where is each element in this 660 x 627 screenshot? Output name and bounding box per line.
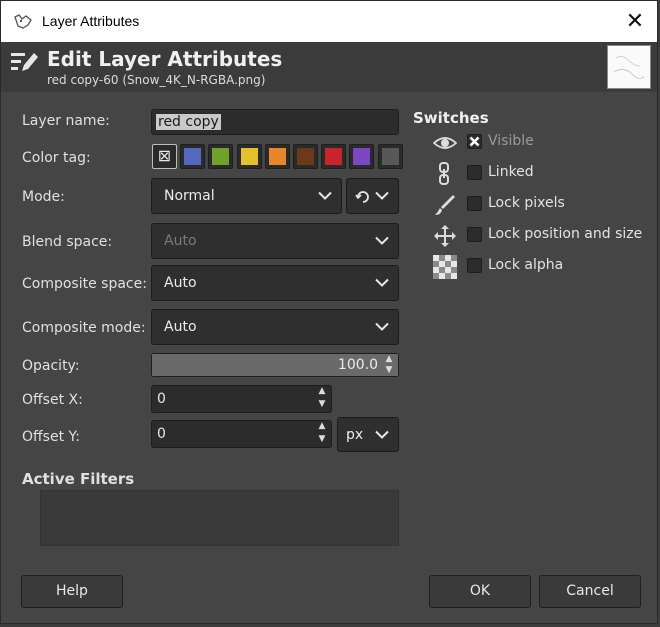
layer-thumbnail: [607, 45, 651, 89]
switch-visible[interactable]: Visible: [433, 131, 653, 155]
lock-pixels-checkbox[interactable]: [467, 196, 482, 211]
chevron-down-icon: [375, 322, 389, 331]
color-tag-violet[interactable]: [349, 144, 375, 169]
dialog-title: Edit Layer Attributes: [47, 47, 283, 71]
lock-alpha-checkbox[interactable]: [467, 258, 482, 273]
color-tag-fill: [184, 148, 202, 165]
cancel-button[interactable]: Cancel: [539, 575, 641, 608]
linked-checkbox[interactable]: [467, 165, 482, 180]
composite-space-label: Composite space:: [22, 276, 147, 292]
color-tag-red[interactable]: [321, 144, 347, 169]
chevron-down-icon: [318, 191, 332, 200]
color-tag-label: Color tag:: [22, 150, 91, 166]
color-tag-fill: [212, 148, 230, 165]
offset-x-increment[interactable]: ▲: [315, 386, 329, 396]
chain-icon: [439, 162, 449, 185]
brush-icon: [435, 195, 455, 215]
lock-pixels-label: Lock pixels: [488, 195, 565, 211]
offset-y-input[interactable]: 0 ▲ ▼: [151, 420, 332, 448]
visible-label: Visible: [488, 133, 534, 149]
no-color-icon: ⊠: [157, 146, 172, 165]
opacity-slider[interactable]: 100.0 ▲ ▼: [151, 353, 399, 377]
color-tag-green[interactable]: [208, 144, 234, 169]
dialog-header: Edit Layer Attributes red copy-60 (Snow_…: [1, 42, 657, 92]
color-tag-none[interactable]: ⊠: [152, 144, 177, 169]
switch-linked[interactable]: Linked: [433, 162, 653, 186]
chevron-down-icon: [375, 191, 389, 200]
composite-mode-dropdown[interactable]: Auto: [151, 309, 399, 345]
ok-button[interactable]: OK: [429, 575, 531, 608]
opacity-value: 100.0: [337, 357, 378, 373]
close-icon: ✕: [625, 9, 645, 34]
eye-icon: [433, 137, 457, 149]
color-tag-fill: [240, 148, 258, 165]
composite-mode-value: Auto: [164, 319, 197, 335]
layer-name-label: Layer name:: [22, 113, 110, 129]
layer-name-input[interactable]: red copy: [151, 109, 399, 135]
color-tag-brown[interactable]: [293, 144, 318, 169]
mode-group-dropdown[interactable]: [346, 178, 399, 214]
offset-y-increment[interactable]: ▲: [315, 421, 329, 431]
edit-layer-icon: [11, 53, 38, 71]
active-filters-heading: Active Filters: [22, 470, 135, 488]
active-filters-list[interactable]: [40, 490, 399, 546]
close-button[interactable]: ✕: [621, 9, 649, 35]
unit-dropdown[interactable]: px: [337, 417, 399, 452]
title-bar: Layer Attributes ✕: [1, 1, 657, 42]
checker-icon: [433, 255, 457, 279]
blend-space-label: Blend space:: [22, 234, 113, 250]
layer-subtitle: red copy-60 (Snow_4K_N-RGBA.png): [47, 73, 266, 87]
offset-y-value: 0: [157, 426, 166, 442]
lock-alpha-label: Lock alpha: [488, 257, 564, 273]
layer-name-value: red copy: [156, 114, 221, 130]
switch-lock-alpha[interactable]: Lock alpha: [433, 255, 653, 279]
composite-space-value: Auto: [164, 275, 197, 291]
composite-mode-label: Composite mode:: [22, 320, 146, 336]
mode-dropdown[interactable]: Normal: [151, 178, 342, 214]
blend-space-value: Auto: [164, 233, 197, 249]
color-tag-fill: [325, 148, 343, 165]
chevron-down-icon: [375, 278, 389, 287]
offset-x-input[interactable]: 0 ▲ ▼: [151, 385, 332, 413]
offset-x-decrement[interactable]: ▼: [315, 399, 329, 409]
lock-position-label: Lock position and size: [488, 226, 643, 242]
switch-mode-icon: [355, 191, 369, 203]
blend-space-dropdown: Auto: [151, 223, 399, 259]
color-tag-fill: [268, 148, 286, 165]
layer-attributes-dialog: Layer Attributes ✕ Edit Layer Attributes…: [0, 0, 658, 624]
switch-lock-position[interactable]: Lock position and size: [433, 224, 659, 248]
mode-value: Normal: [164, 188, 215, 204]
color-tag-fill: [381, 148, 399, 165]
window-title: Layer Attributes: [42, 13, 140, 29]
help-button[interactable]: Help: [21, 575, 123, 608]
gimp-app-icon: [14, 14, 32, 29]
opacity-decrement[interactable]: ▼: [382, 365, 396, 375]
opacity-label: Opacity:: [22, 358, 80, 374]
color-tag-fill: [297, 148, 314, 165]
check-x-icon: [469, 136, 480, 147]
color-tag-blue[interactable]: [180, 144, 206, 169]
chevron-down-icon: [375, 430, 389, 439]
unit-value: px: [346, 426, 364, 443]
thumbnail-image: [613, 55, 645, 80]
offset-y-decrement[interactable]: ▼: [315, 434, 329, 444]
composite-space-dropdown[interactable]: Auto: [151, 265, 399, 301]
chevron-down-icon: [375, 236, 389, 245]
offset-x-value: 0: [157, 391, 166, 407]
offset-y-label: Offset Y:: [22, 429, 80, 445]
switch-lock-pixels[interactable]: Lock pixels: [433, 193, 653, 217]
switches-heading: Switches: [413, 109, 489, 127]
color-tag-yellow[interactable]: [236, 144, 262, 169]
visible-checkbox[interactable]: [467, 134, 482, 149]
color-tag-orange[interactable]: [264, 144, 290, 169]
linked-label: Linked: [488, 164, 534, 180]
mode-label: Mode:: [22, 189, 65, 205]
offset-x-label: Offset X:: [22, 392, 83, 408]
move-icon: [434, 225, 456, 247]
lock-position-checkbox[interactable]: [467, 227, 482, 242]
opacity-increment[interactable]: ▲: [382, 354, 396, 364]
color-tag-gray[interactable]: [377, 144, 403, 169]
color-tag-fill: [353, 148, 371, 165]
